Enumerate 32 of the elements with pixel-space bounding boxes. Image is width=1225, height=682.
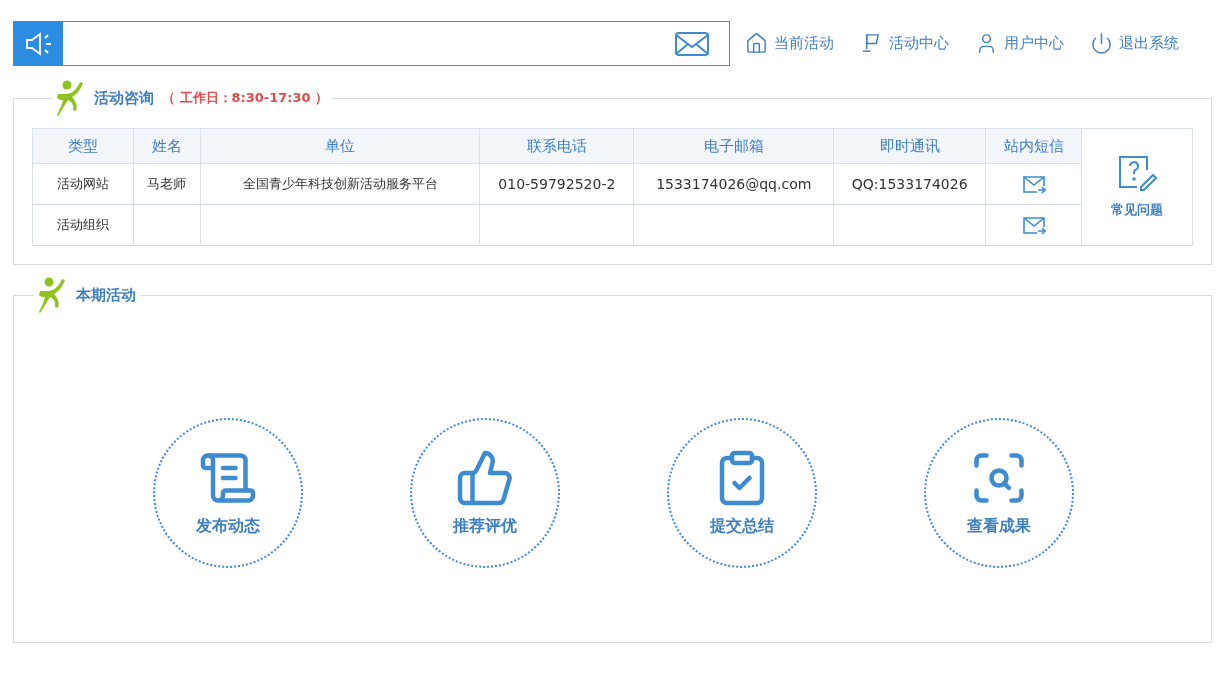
table-cell: 活动组织 bbox=[56, 217, 109, 233]
table-cell: 活动网站 bbox=[56, 176, 109, 192]
nav-link[interactable]: 用户中心 bbox=[975, 32, 1064, 55]
nav-link[interactable]: 当前活动 bbox=[745, 32, 834, 55]
power-icon bbox=[1090, 32, 1113, 55]
action-button[interactable]: 推荐评优 bbox=[410, 418, 560, 568]
table-cell: 全国青少年科技创新活动服务平台 bbox=[242, 176, 438, 192]
section-title: 活动咨询 bbox=[94, 87, 154, 109]
table-cell: QQ:1533174026 bbox=[851, 175, 968, 192]
table-cell: 010-59792520-2 bbox=[498, 175, 616, 192]
column-header: 类型 bbox=[32, 128, 134, 164]
thumb-icon bbox=[455, 448, 515, 508]
mail-icon[interactable] bbox=[675, 31, 709, 56]
column-header: 联系电话 bbox=[479, 128, 634, 164]
action-button[interactable]: 查看成果 bbox=[924, 418, 1074, 568]
speaker-icon bbox=[14, 22, 63, 65]
column-header: 电子邮箱 bbox=[633, 128, 834, 164]
work-hours: （ 工作日：8:30-17:30 ） bbox=[162, 89, 329, 108]
column-header: 单位 bbox=[200, 128, 480, 164]
table-cell: 马老师 bbox=[147, 176, 187, 192]
column-header: 即时通讯 bbox=[833, 128, 986, 164]
mail-icon[interactable] bbox=[1021, 175, 1046, 194]
table-cell: 1533174026@qq.com bbox=[656, 175, 812, 192]
section-title: 本期活动 bbox=[76, 284, 136, 306]
column-header: 站内短信 bbox=[985, 128, 1082, 164]
home-icon bbox=[745, 32, 768, 55]
nav-link[interactable]: 活动中心 bbox=[860, 32, 949, 55]
column-header: 姓名 bbox=[133, 128, 201, 164]
action-button[interactable]: 发布动态 bbox=[153, 418, 303, 568]
nav-link[interactable]: 退出系统 bbox=[1090, 32, 1179, 55]
mail-icon[interactable] bbox=[1021, 216, 1046, 235]
action-button[interactable]: 提交总结 bbox=[667, 418, 817, 568]
